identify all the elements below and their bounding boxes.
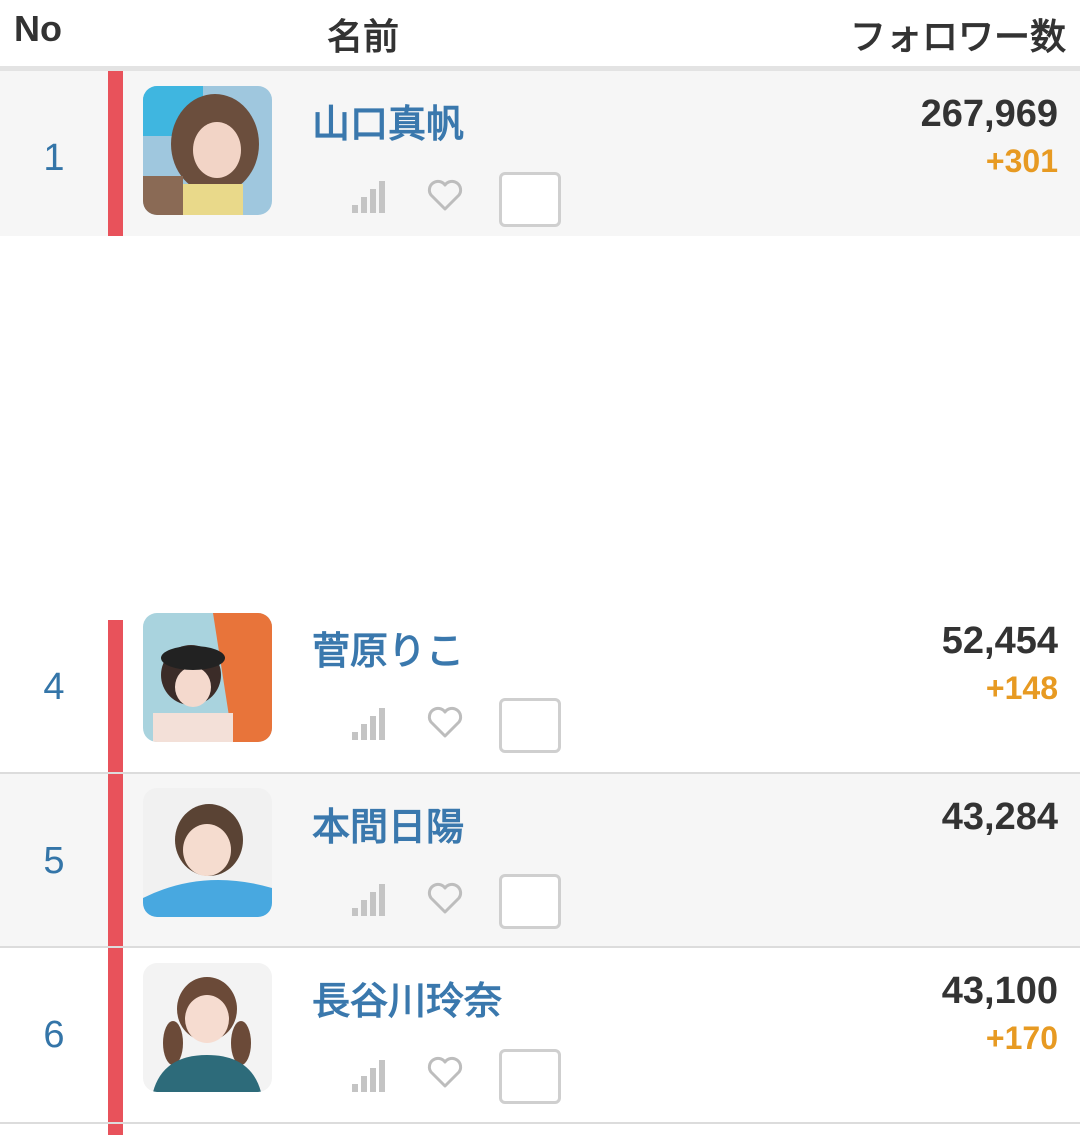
follower-diff: +148 xyxy=(985,670,1058,706)
avatar[interactable] xyxy=(143,613,272,742)
table-row[interactable]: 5 本間日陽 43,284 xyxy=(0,774,1080,948)
select-checkbox[interactable] xyxy=(499,1049,561,1104)
follower-diff: +301 xyxy=(985,143,1058,179)
signal-bars-icon[interactable] xyxy=(350,177,388,213)
heart-icon[interactable] xyxy=(426,1054,464,1090)
follower-count: 43,284 xyxy=(941,796,1058,838)
avatar[interactable] xyxy=(143,86,272,215)
rank-number: 1 xyxy=(43,137,65,179)
signal-bars-icon[interactable] xyxy=(350,704,388,740)
heart-icon[interactable] xyxy=(426,177,464,213)
rank-number: 4 xyxy=(43,666,65,708)
column-header-followers[interactable]: フォロワー数 xyxy=(850,8,1066,60)
rank-number: 5 xyxy=(43,840,65,882)
avatar[interactable] xyxy=(143,963,272,1092)
signal-bars-icon[interactable] xyxy=(350,1056,388,1092)
member-name-link[interactable]: 本間日陽 xyxy=(312,796,464,851)
follower-diff: +170 xyxy=(985,1020,1058,1056)
heart-icon[interactable] xyxy=(426,704,464,740)
rank-bar xyxy=(108,620,123,772)
rank-bar xyxy=(108,948,123,1122)
table-header: No 名前 フォロワー数 xyxy=(0,0,1080,71)
select-checkbox[interactable] xyxy=(499,698,561,753)
follower-count: 52,454 xyxy=(941,620,1058,662)
rank-bar xyxy=(108,71,123,236)
column-header-no[interactable]: No xyxy=(14,8,62,50)
table-row[interactable]: 4 菅原りこ 52,454 +148 xyxy=(0,598,1080,774)
follower-count: 267,969 xyxy=(920,93,1058,135)
select-checkbox[interactable] xyxy=(499,874,561,929)
select-checkbox[interactable] xyxy=(499,172,561,227)
blank-area xyxy=(0,236,1080,596)
signal-bars-icon[interactable] xyxy=(350,880,388,916)
column-header-name[interactable]: 名前 xyxy=(327,8,399,60)
member-name-link[interactable]: 菅原りこ xyxy=(312,620,464,675)
heart-icon[interactable] xyxy=(426,880,464,916)
rank-bar xyxy=(108,774,123,946)
member-name-link[interactable]: 長谷川玲奈 xyxy=(312,970,502,1025)
rank-bar xyxy=(108,1124,123,1135)
table-row[interactable]: 1 山口真帆 267,969 +301 xyxy=(0,71,1080,236)
member-name-link[interactable]: 山口真帆 xyxy=(312,93,464,148)
table-row[interactable]: 6 長谷川玲奈 43,100 +170 xyxy=(0,948,1080,1124)
rank-number: 6 xyxy=(43,1014,65,1056)
avatar[interactable] xyxy=(143,788,272,917)
follower-count: 43,100 xyxy=(941,970,1058,1012)
table-row[interactable] xyxy=(0,1124,1080,1135)
